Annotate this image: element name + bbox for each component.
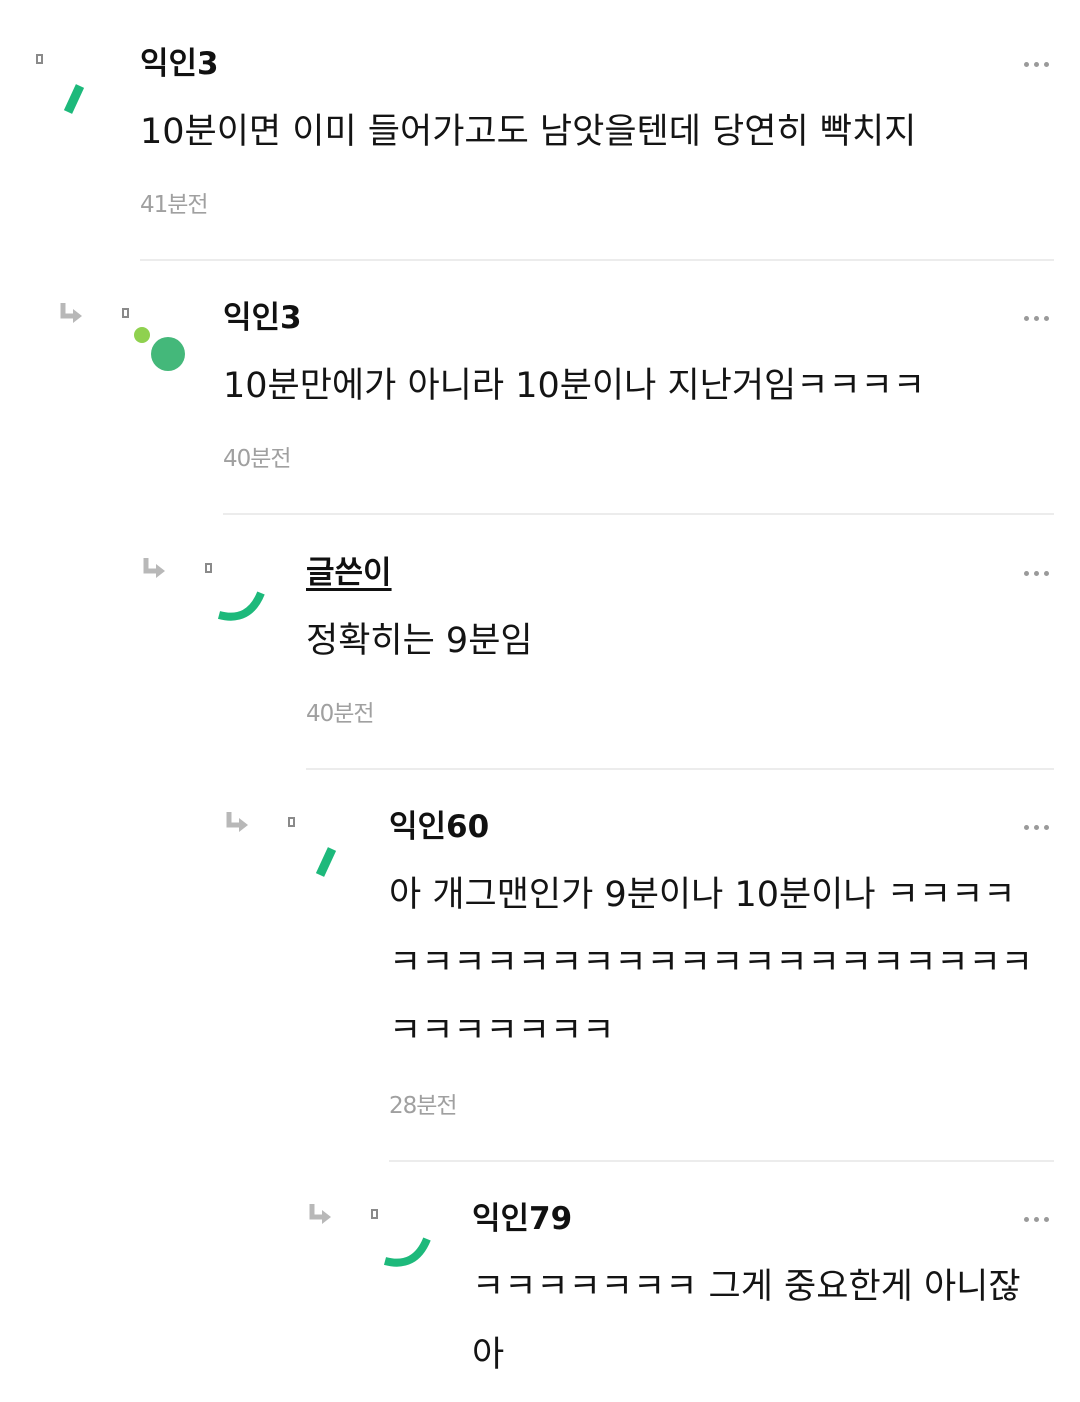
- comment-timestamp: 41분전: [140, 192, 209, 218]
- badge-icon: [36, 54, 43, 64]
- comment-author[interactable]: 익인60: [389, 807, 489, 847]
- reply-arrow-icon: [143, 558, 165, 578]
- reply-arrow-icon: [309, 1204, 331, 1224]
- green-dots-avatar-icon[interactable]: [128, 318, 194, 384]
- comment-body: 아 개그맨인가 9분이나 10분이나 ㅋㅋㅋㅋㅋㅋㅋㅋㅋㅋㅋㅋㅋㅋㅋㅋㅋㅋㅋㅋㅋ…: [389, 875, 1034, 1051]
- more-options-icon[interactable]: [1024, 817, 1054, 837]
- badge-icon: [288, 817, 295, 827]
- comment-body: 10분이면 이미 들어가고도 남앗을텐데 당연히 빡치지: [140, 112, 917, 152]
- reply-arrow-icon: [226, 812, 248, 832]
- comment-item: 글쓴이 정확히는 9분임 40분전: [141, 539, 1054, 769]
- comment-author[interactable]: 익인79: [472, 1199, 572, 1239]
- comment-body: ㅋㅋㅋㅋㅋㅋㅋ 그게 중요한게 아니잖아: [472, 1267, 1021, 1375]
- comment-body: 10분만에가 아니라 10분이나 지난거임ㅋㅋㅋㅋ: [223, 366, 926, 406]
- comment-author[interactable]: 익인3: [140, 44, 219, 84]
- green-slash-avatar-icon[interactable]: [294, 827, 360, 893]
- comment-item: 익인3 10분이면 이미 들어가고도 남앗을텐데 당연히 빡치지 41분전: [30, 30, 1054, 260]
- comment-body: 정확히는 9분임: [306, 621, 533, 661]
- comment-timestamp: 28분전: [389, 1093, 458, 1119]
- comment-item: 익인3 10분만에가 아니라 10분이나 지난거임ㅋㅋㅋㅋ 40분전: [58, 284, 1054, 514]
- badge-icon: [371, 1209, 378, 1219]
- divider: [140, 259, 1054, 261]
- more-options-icon[interactable]: [1024, 563, 1054, 583]
- badge-icon: [122, 308, 129, 318]
- comment-author[interactable]: 익인3: [223, 298, 302, 338]
- divider: [223, 513, 1054, 515]
- divider: [306, 768, 1054, 770]
- more-options-icon[interactable]: [1024, 308, 1054, 328]
- more-options-icon[interactable]: [1024, 54, 1054, 74]
- green-arc-avatar-icon[interactable]: [379, 1217, 445, 1283]
- green-arc-avatar-icon[interactable]: [213, 571, 279, 637]
- badge-icon: [205, 563, 212, 573]
- green-slash-avatar-icon[interactable]: [40, 64, 106, 130]
- comment-item: 익인79 ㅋㅋㅋㅋㅋㅋㅋ 그게 중요한게 아니잖아: [307, 1185, 1054, 1402]
- comment-item: 익인60 아 개그맨인가 9분이나 10분이나 ㅋㅋㅋㅋㅋㅋㅋㅋㅋㅋㅋㅋㅋㅋㅋㅋ…: [224, 793, 1054, 1163]
- comment-timestamp: 40분전: [306, 701, 375, 727]
- divider: [389, 1160, 1054, 1162]
- comment-timestamp: 40분전: [223, 446, 292, 472]
- comment-author[interactable]: 글쓴이: [306, 553, 392, 593]
- reply-arrow-icon: [60, 303, 82, 323]
- more-options-icon[interactable]: [1024, 1209, 1054, 1229]
